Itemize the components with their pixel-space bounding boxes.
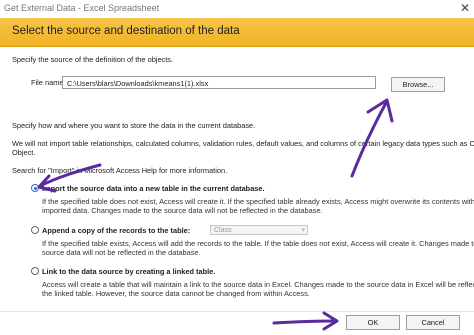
annotation-overlay	[37, 98, 394, 331]
arrow-to-ok-icon	[272, 319, 338, 325]
arrow-to-browse-head-icon	[366, 98, 394, 123]
